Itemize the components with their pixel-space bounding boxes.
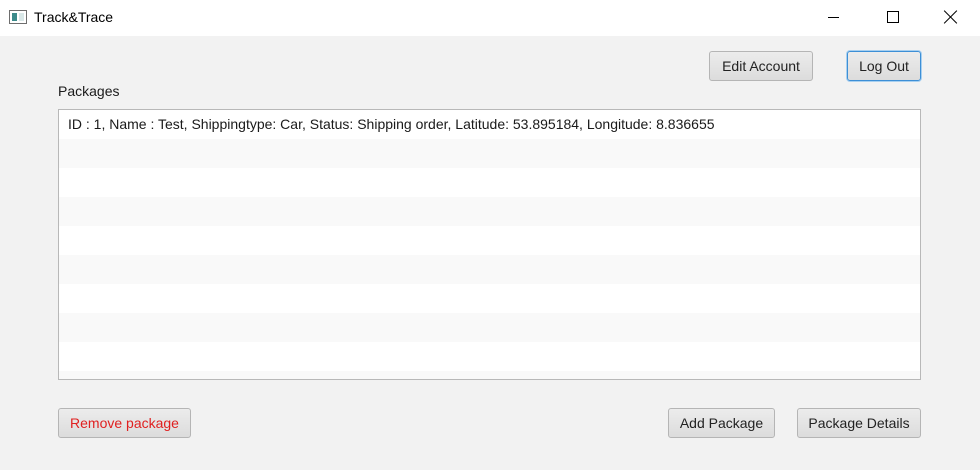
add-package-button[interactable]: Add Package — [668, 408, 775, 438]
package-details-button[interactable]: Package Details — [797, 408, 921, 438]
minimize-icon — [827, 16, 839, 18]
list-item[interactable]: ID : 1, Name : Test, Shippingtype: Car, … — [59, 110, 920, 139]
minimize-button[interactable] — [810, 0, 856, 34]
empty-list-row — [59, 313, 920, 342]
window-title: Track&Trace — [34, 9, 114, 25]
empty-list-row — [59, 197, 920, 226]
maximize-icon — [887, 11, 899, 23]
empty-list-row — [59, 139, 920, 168]
empty-list-row — [59, 255, 920, 284]
app-icon — [9, 10, 27, 24]
close-icon — [944, 10, 958, 24]
empty-list-row — [59, 168, 920, 197]
packages-label: Packages — [58, 83, 120, 99]
edit-account-button[interactable]: Edit Account — [709, 51, 813, 81]
title-bar: Track&Trace — [0, 0, 980, 36]
empty-list-row — [59, 371, 920, 379]
maximize-button[interactable] — [870, 0, 916, 34]
close-button[interactable] — [928, 0, 974, 34]
packages-list[interactable]: ID : 1, Name : Test, Shippingtype: Car, … — [58, 109, 921, 380]
log-out-button[interactable]: Log Out — [847, 51, 921, 81]
empty-list-row — [59, 342, 920, 371]
empty-list-row — [59, 226, 920, 255]
remove-package-button[interactable]: Remove package — [58, 408, 191, 438]
empty-list-row — [59, 284, 920, 313]
